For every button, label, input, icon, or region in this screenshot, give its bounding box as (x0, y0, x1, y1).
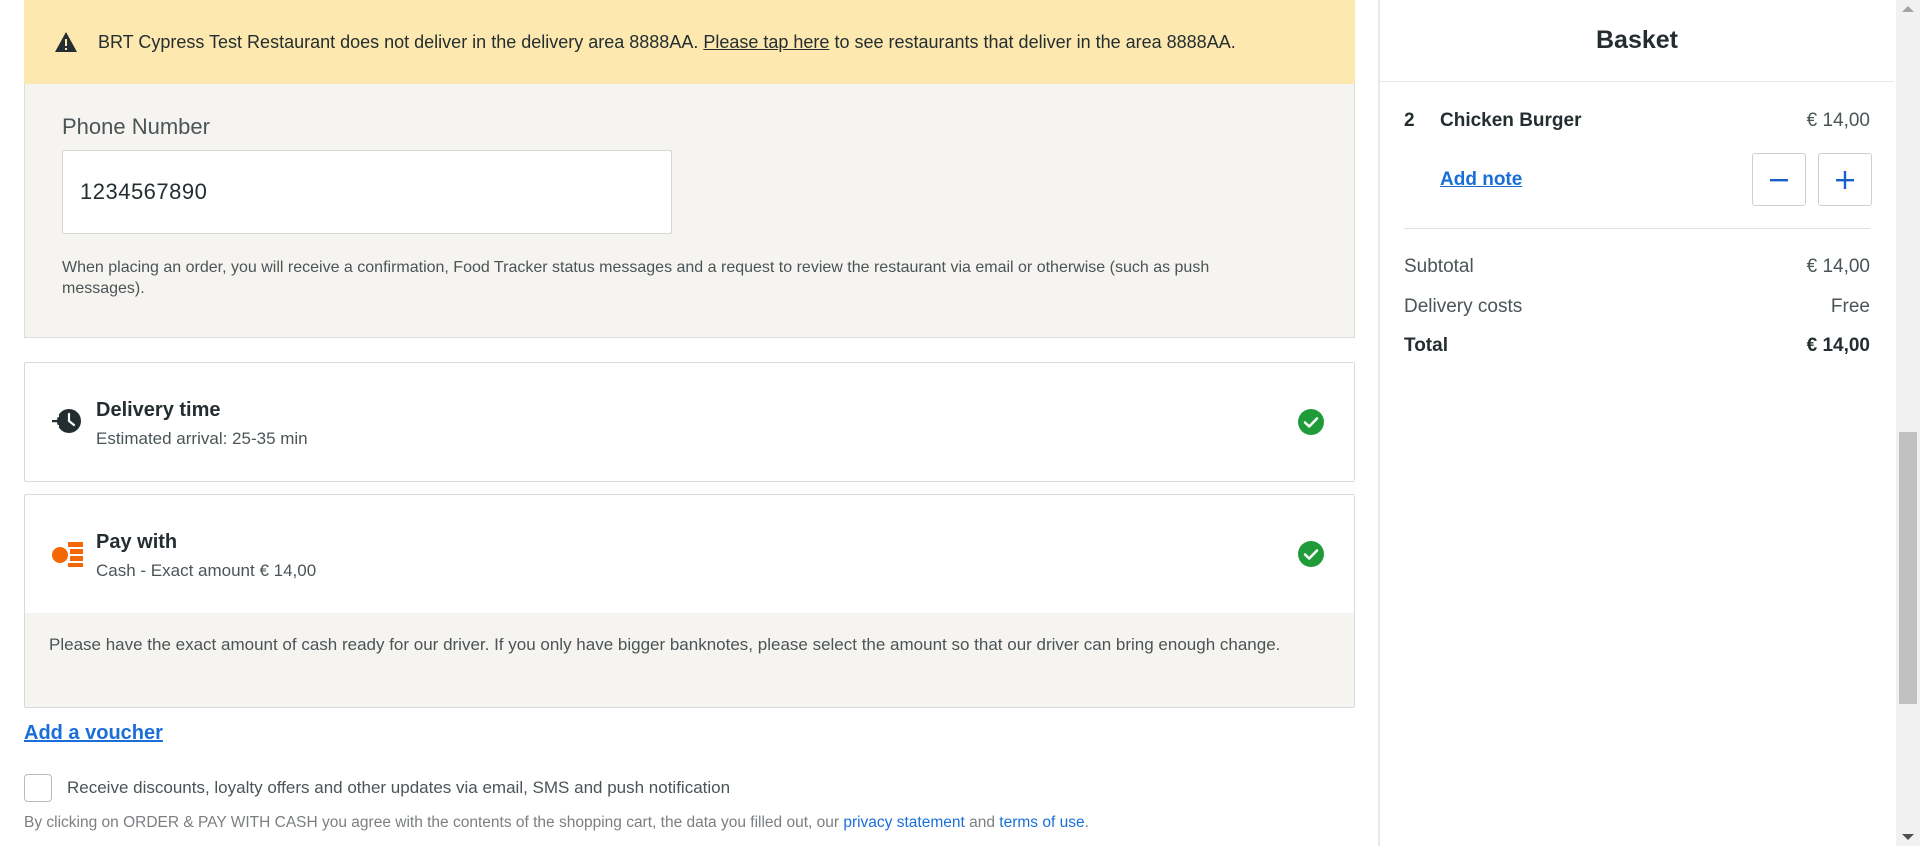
phone-confirmation-note: When placing an order, you will receive … (62, 259, 1210, 297)
privacy-statement-link[interactable]: privacy statement (843, 814, 964, 831)
total-value: € 14,00 (1806, 335, 1870, 356)
basket-item-name: Chicken Burger (1440, 110, 1582, 131)
terms-of-use-link[interactable]: terms of use (999, 814, 1084, 831)
scroll-down-arrow-icon[interactable] (1902, 834, 1914, 840)
warning-triangle-icon (55, 32, 77, 52)
subtotal-row: Subtotal € 14,00 (1404, 256, 1870, 286)
plus-icon (1836, 170, 1854, 189)
basket-title: Basket (1380, 0, 1894, 82)
pay-with-card[interactable]: Pay with Cash - Exact amount € 14,00 Ple… (24, 494, 1355, 708)
terms-notice: By clicking on ORDER & PAY WITH CASH you… (24, 814, 1089, 832)
subtotal-value: € 14,00 (1806, 256, 1870, 277)
basket-item-price: € 14,00 (1806, 110, 1870, 131)
subtotal-label: Subtotal (1404, 256, 1474, 277)
basket-item-quantity: 2 (1404, 110, 1415, 131)
basket-divider (1404, 228, 1870, 229)
phone-label: Phone Number (62, 114, 210, 139)
basket-panel: Basket 2 Chicken Burger € 14,00 Add note… (1378, 0, 1894, 846)
checkout-main: BRT Cypress Test Restaurant does not del… (0, 0, 1378, 846)
warning-text-after: to see restaurants that deliver in the a… (834, 31, 1236, 52)
payment-method-summary: Cash - Exact amount € 14,00 (96, 561, 317, 580)
marketing-optin-checkbox[interactable] (24, 774, 52, 802)
delivery-time-estimate: Estimated arrival: 25-35 min (96, 429, 308, 448)
add-voucher-link[interactable]: Add a voucher (24, 722, 163, 745)
marketing-optin-row: Receive discounts, loyalty offers and ot… (24, 774, 730, 802)
basket-item: 2 Chicken Burger € 14,00 (1404, 110, 1870, 142)
delivery-costs-row: Delivery costs Free (1404, 296, 1870, 326)
marketing-optin-label: Receive discounts, loyalty offers and ot… (67, 778, 731, 797)
cash-instruction-note: Please have the exact amount of cash rea… (25, 613, 1354, 707)
phone-section: Phone Number When placing an order, you … (24, 84, 1355, 338)
delivery-costs-value: Free (1830, 296, 1870, 317)
terms-and: and (969, 814, 995, 831)
check-circle-icon (1298, 409, 1324, 435)
delivery-time-title: Delivery time (96, 399, 221, 421)
total-label: Total (1404, 335, 1448, 356)
terms-text-before: By clicking on ORDER & PAY WITH CASH you… (24, 814, 840, 831)
add-note-link[interactable]: Add note (1440, 169, 1522, 191)
total-row: Total € 14,00 (1404, 335, 1870, 365)
delivery-warning-banner: BRT Cypress Test Restaurant does not del… (24, 0, 1355, 84)
terms-period: . (1084, 814, 1089, 831)
minus-icon (1770, 178, 1788, 181)
scrollbar-thumb[interactable] (1899, 432, 1917, 704)
decrease-quantity-button[interactable] (1752, 153, 1806, 206)
phone-number-input[interactable] (62, 150, 672, 234)
delivery-costs-label: Delivery costs (1404, 296, 1523, 317)
increase-quantity-button[interactable] (1818, 153, 1872, 206)
clock-speed-icon (51, 409, 81, 433)
pay-with-title: Pay with (96, 531, 178, 553)
see-restaurants-link[interactable]: Please tap here (703, 32, 829, 52)
cash-icon (52, 542, 83, 567)
scroll-up-arrow-icon[interactable] (1902, 6, 1914, 12)
page-scrollbar[interactable] (1896, 0, 1920, 846)
warning-text-before: BRT Cypress Test Restaurant does not del… (98, 31, 699, 52)
delivery-time-card[interactable]: Delivery time Estimated arrival: 25-35 m… (24, 362, 1355, 482)
check-circle-icon (1298, 541, 1324, 567)
